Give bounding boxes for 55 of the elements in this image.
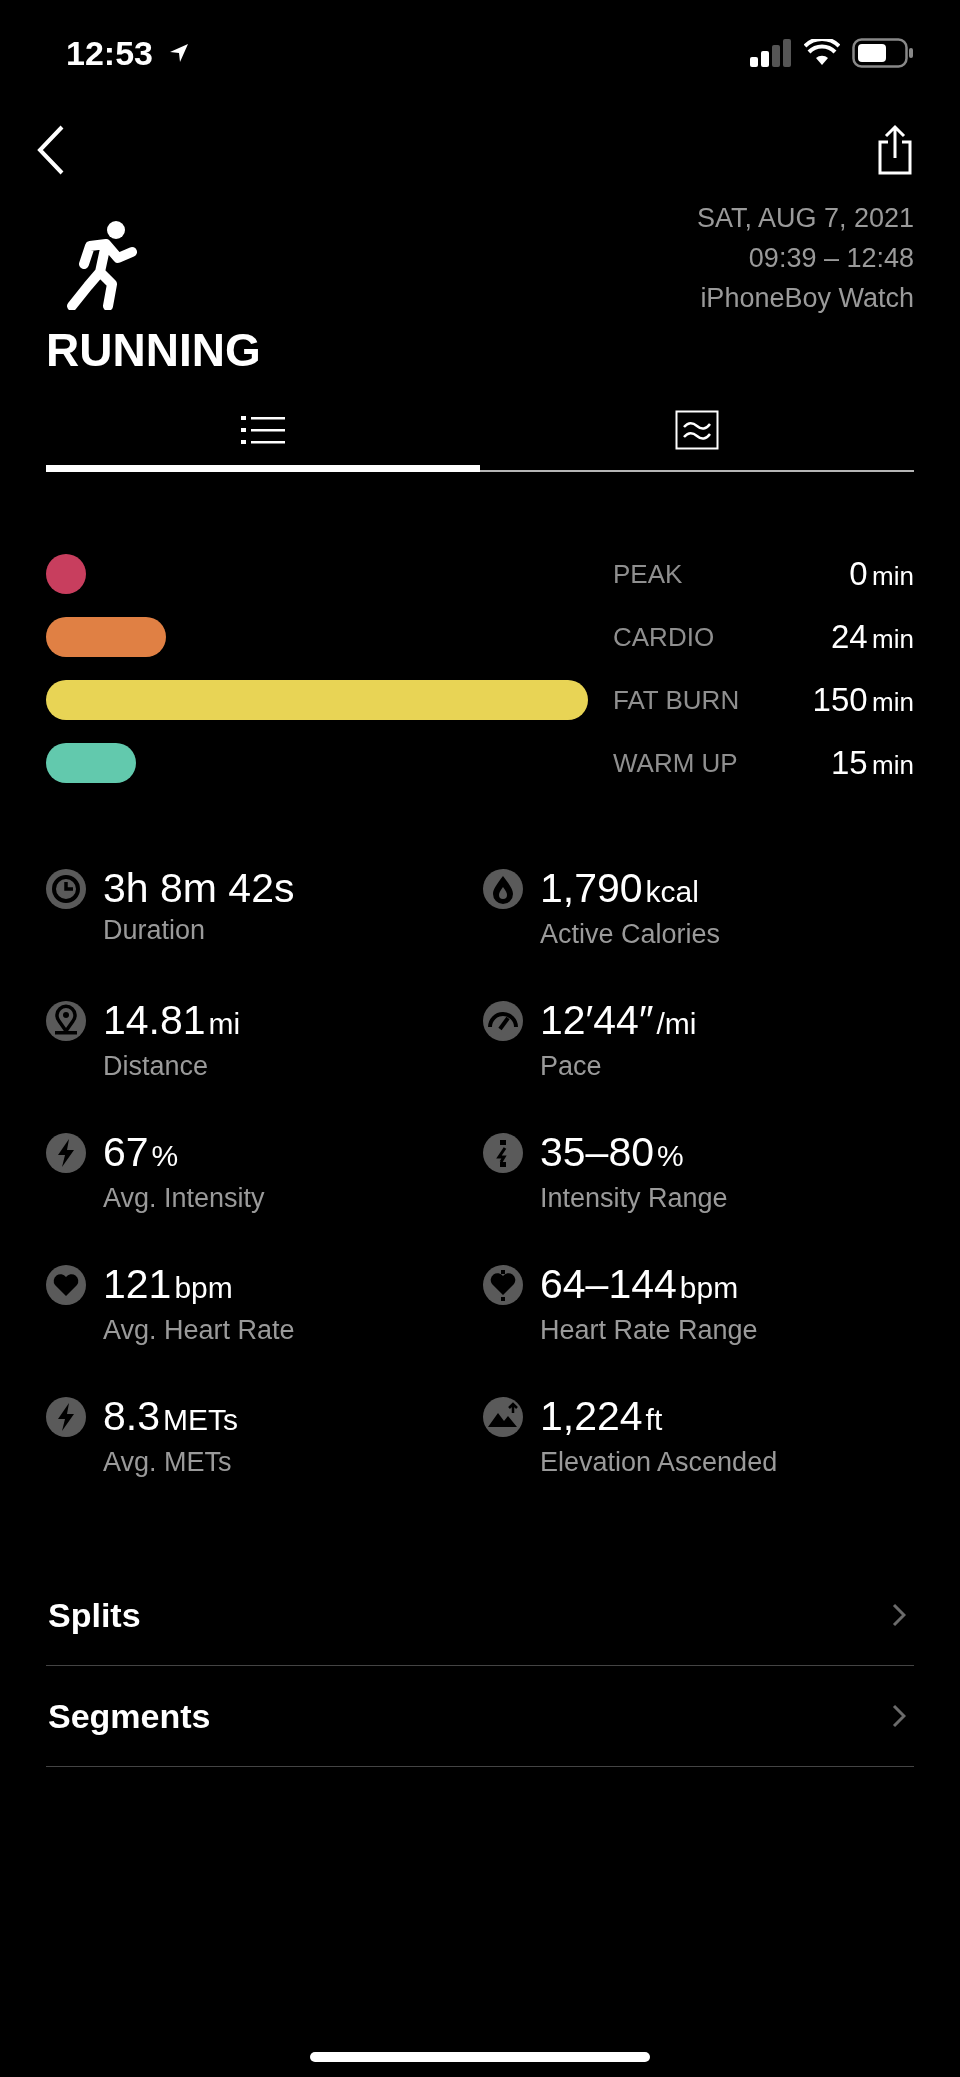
stat-label: Distance [103, 1050, 210, 1083]
status-time: 12:53 [66, 33, 153, 73]
stat-label: Heart Rate Range [540, 1314, 758, 1347]
chevron-icon [892, 1603, 906, 1627]
signal-icon [750, 39, 792, 67]
chevron-icon [892, 1704, 906, 1728]
workout-time-range: 09:39 – 12:48 [747, 242, 914, 275]
stat-label: Elevation Ascended [540, 1446, 778, 1479]
gauge-icon [483, 1001, 523, 1041]
zone-minutes: 0 min [849, 555, 914, 593]
zone-name: FAT BURN [613, 684, 741, 716]
zone-minutes: 150 min [812, 681, 914, 719]
stat-value: 121bpm [103, 1260, 234, 1309]
chart-icon [675, 410, 719, 450]
stat-label: Active Calories [540, 918, 721, 951]
workout-date: SAT, AUG 7, 2021 [696, 202, 914, 235]
mountain-icon [483, 1397, 523, 1437]
zone-name: WARM UP [613, 747, 739, 779]
stat-value: 35–80% [540, 1128, 685, 1177]
stat-value: 1,224ft [540, 1392, 664, 1441]
lightning-bolt-icon [46, 1397, 86, 1437]
stat-value: 3h 8m 42s [103, 864, 295, 913]
zone-minutes: 24 min [830, 618, 914, 656]
zone-name: CARDIO [613, 621, 716, 653]
stat-value: 67% [103, 1128, 180, 1177]
location-arrow-icon [168, 43, 189, 63]
wifi-icon [804, 39, 840, 67]
lightning-bolt-icon [46, 1133, 86, 1173]
zone-minutes: 15 min [830, 744, 914, 782]
stat-label: Duration [103, 914, 207, 947]
list-icon [241, 413, 285, 446]
stat-label: Avg. Intensity [103, 1182, 265, 1215]
range-icon [483, 1133, 523, 1173]
stat-value: 64–144bpm [540, 1260, 740, 1309]
segments-row[interactable]: Segments [46, 1666, 914, 1767]
location-pin-icon [46, 1001, 86, 1041]
heart-range-icon [483, 1265, 523, 1305]
stat-label: Avg. Heart Rate [103, 1314, 295, 1347]
zone-name: PEAK [613, 558, 684, 590]
stat-value: 8.3 METs [103, 1392, 238, 1441]
device-name: iPhoneBoy Watch [699, 282, 914, 315]
back-button[interactable] [36, 124, 66, 176]
stat-label: Avg. METs [103, 1446, 233, 1479]
clock-icon [46, 869, 86, 909]
flame-icon [483, 869, 523, 909]
stat-value: 14.81mi [103, 996, 241, 1045]
stat-label: Pace [540, 1050, 603, 1083]
runner-icon [66, 220, 140, 310]
share-button[interactable] [876, 124, 914, 176]
stat-label: Intensity Range [540, 1182, 728, 1215]
stat-value: 12′44″/mi [540, 996, 697, 1045]
stat-value: 1,790kcal [540, 864, 700, 913]
splits-row[interactable]: Splits [46, 1565, 914, 1666]
activity-title: RUNNING [46, 324, 261, 376]
battery-icon [852, 38, 914, 68]
